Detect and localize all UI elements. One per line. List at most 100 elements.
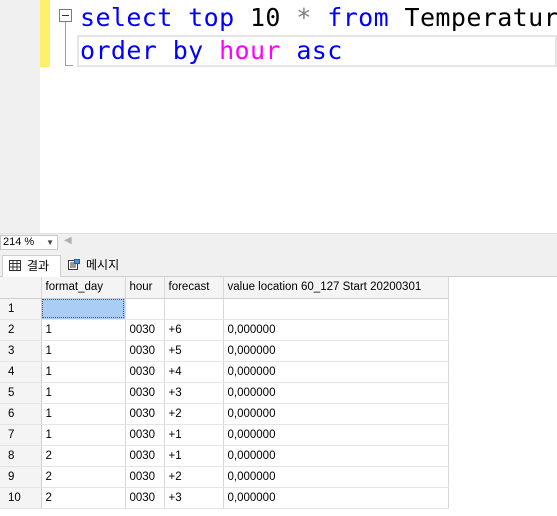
table-row: 6 1 0030 +2 0,000000 [0,403,449,425]
grid-icon [9,260,21,271]
grid-cell[interactable]: +3 [164,382,224,404]
column-header[interactable]: value location 60_127 Start 20200301 [223,277,449,299]
results-grid-area: format_day hour forecast value location … [0,277,557,516]
grid-cell[interactable] [223,298,449,320]
row-number[interactable]: 7 [0,424,42,446]
grid-header-row: format_day hour forecast value location … [0,277,449,299]
zoom-dropdown[interactable]: 214 % ▼ [0,235,58,250]
grid-cell[interactable]: 0,000000 [223,382,449,404]
tab-results-label: 결과 [27,259,50,273]
row-number[interactable]: 4 [0,361,42,383]
grid-cell[interactable]: 0,000000 [223,403,449,425]
grid-corner[interactable] [0,277,42,299]
code-token: from [327,3,390,32]
table-row: 7 1 0030 +1 0,000000 [0,424,449,446]
grid-cell[interactable]: 0,000000 [223,445,449,467]
grid-cell[interactable]: +2 [164,466,224,488]
grid-cell[interactable]: +6 [164,319,224,341]
outline-margin [50,0,77,233]
code-token: 10 [234,3,297,32]
grid-cell[interactable]: +1 [164,445,224,467]
row-number[interactable]: 5 [0,382,42,404]
code-line-1[interactable]: select top 10 * from Temperature [80,2,557,34]
scroll-left-icon[interactable]: ◀ [64,235,72,246]
table-row: 5 1 0030 +3 0,000000 [0,382,449,404]
code-token: select [80,3,173,32]
grid-cell[interactable]: 2 [41,487,126,509]
code-token: hour [219,36,281,65]
row-number[interactable]: 9 [0,466,42,488]
grid-cell[interactable]: 0,000000 [223,340,449,362]
editor-gutter [0,0,40,233]
code-token: by [172,36,204,65]
grid-cell[interactable]: 0030 [125,424,165,446]
code-token: top [188,3,235,32]
outline-guide-end [65,65,73,66]
grid-cell[interactable]: 0,000000 [223,466,449,488]
tab-messages-label: 메시지 [86,258,120,272]
table-row: 3 1 0030 +5 0,000000 [0,340,449,362]
grid-cell[interactable]: 1 [41,361,126,383]
tab-results[interactable]: 결과 [2,255,61,277]
row-number[interactable]: 10 [0,487,42,509]
code-token: asc [296,36,343,65]
code-token: * [296,3,312,32]
column-header[interactable]: hour [125,277,165,299]
grid-cell[interactable]: 0,000000 [223,487,449,509]
row-number[interactable]: 3 [0,340,42,362]
grid-cell[interactable]: 0030 [125,445,165,467]
grid-cell[interactable]: +2 [164,403,224,425]
grid-cell[interactable]: 0030 [125,319,165,341]
grid-cell[interactable]: 1 [41,340,126,362]
grid-cell[interactable]: 0,000000 [223,319,449,341]
grid-cell[interactable] [125,298,165,320]
table-row: 2 1 0030 +6 0,000000 [0,319,449,341]
code-line-2[interactable]: order by hour asc [80,35,343,67]
grid-cell[interactable]: 1 [41,424,126,446]
grid-cell[interactable]: 0030 [125,340,165,362]
grid-cell[interactable]: 0,000000 [223,361,449,383]
grid-cell[interactable]: 1 [41,403,126,425]
table-row: 10 2 0030 +3 0,000000 [0,487,449,509]
grid-cell[interactable]: +4 [164,361,224,383]
column-header[interactable]: forecast [164,277,224,299]
grid-cell[interactable]: 0030 [125,487,165,509]
grid-cell[interactable]: +3 [164,487,224,509]
chevron-down-icon: ▼ [46,238,54,247]
tab-messages[interactable]: 메시지 [62,255,128,277]
table-row: 9 2 0030 +2 0,000000 [0,466,449,488]
table-row: 4 1 0030 +4 0,000000 [0,361,449,383]
outline-guide [65,22,66,66]
grid-cell[interactable]: 1 [41,319,126,341]
row-number[interactable]: 8 [0,445,42,467]
grid-cell[interactable]: 0030 [125,466,165,488]
message-icon [68,259,80,270]
grid-cell[interactable]: 2 [41,466,126,488]
collapse-icon[interactable] [59,9,72,22]
grid-cell[interactable]: 0030 [125,361,165,383]
grid-cell[interactable]: 0030 [125,382,165,404]
grid-cell[interactable] [164,298,224,320]
grid-cell[interactable]: +5 [164,340,224,362]
grid-cell[interactable]: +1 [164,424,224,446]
grid-cell[interactable]: 1 [41,382,126,404]
row-number[interactable]: 6 [0,403,42,425]
column-header[interactable]: format_day [41,277,126,299]
results-grid: format_day hour forecast value location … [0,277,449,509]
table-row: 8 2 0030 +1 0,000000 [0,445,449,467]
row-number[interactable]: 2 [0,319,42,341]
grid-cell[interactable]: 0030 [125,403,165,425]
grid-cell[interactable]: 0,000000 [223,424,449,446]
grid-cell[interactable] [41,298,126,320]
row-number[interactable]: 1 [0,298,42,320]
query-editor[interactable]: select top 10 * from Temperature order b… [0,0,557,233]
editor-status-bar: 214 % ▼ ◀ [0,233,557,251]
grid-cell[interactable]: 2 [41,445,126,467]
zoom-value: 214 % [3,236,35,248]
table-row: 1 [0,298,449,320]
